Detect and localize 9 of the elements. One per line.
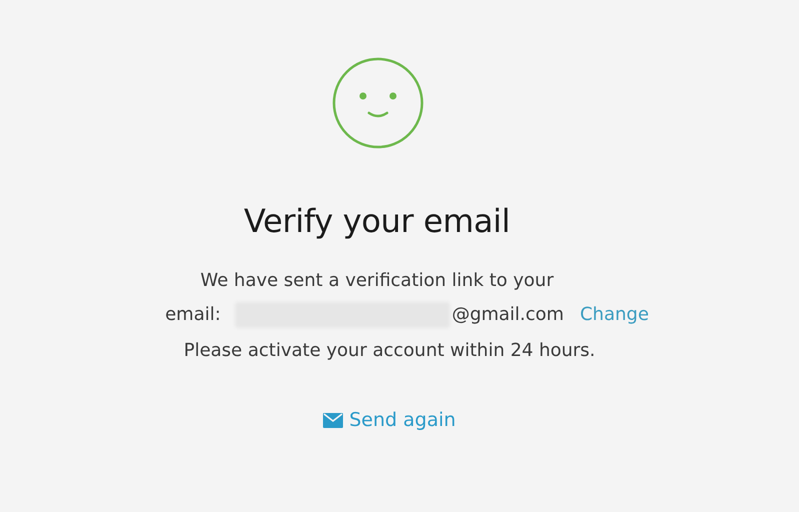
message-text: Please activate your account within 24 hours.: [184, 339, 596, 363]
message-text: We have sent a verification link to your: [200, 269, 554, 293]
mail-icon: [323, 412, 344, 428]
page-title: Verify your email: [244, 201, 510, 241]
send-again-link[interactable]: Send again: [323, 409, 456, 431]
change-link[interactable]: Change: [580, 303, 649, 327]
email-label: email:: [165, 303, 221, 327]
smiley-icon: [332, 57, 424, 149]
email-domain: @gmail.com: [452, 303, 564, 327]
